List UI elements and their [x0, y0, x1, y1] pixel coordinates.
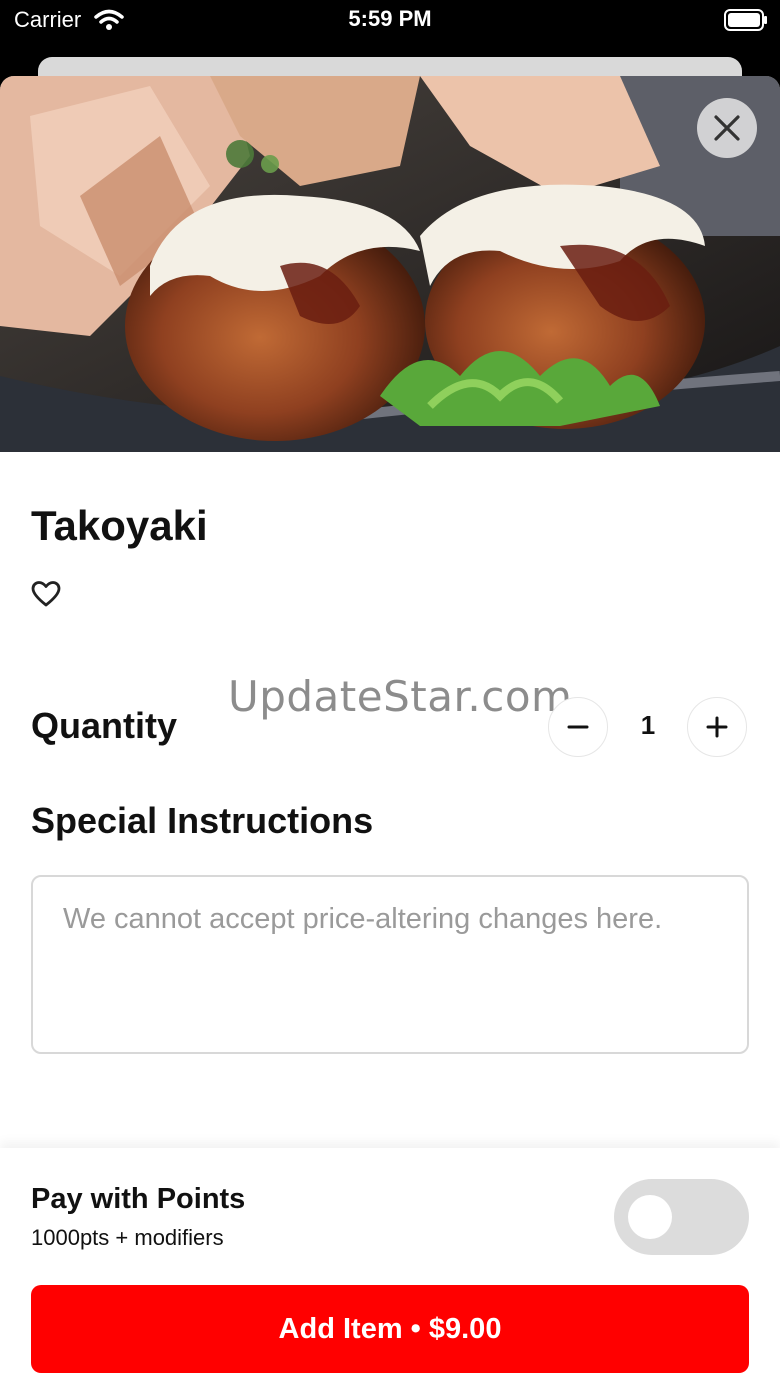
watermark: UpdateStar.com: [228, 672, 573, 721]
pay-with-points-toggle[interactable]: [614, 1179, 749, 1255]
checkout-footer: Pay with Points 1000pts + modifiers Add …: [0, 1148, 780, 1387]
pay-with-points-label: Pay with Points: [31, 1183, 246, 1215]
battery-icon: [724, 9, 767, 31]
item-title: Takoyaki: [31, 502, 208, 549]
item-photo: [0, 76, 780, 452]
special-instructions-input[interactable]: [31, 875, 749, 1054]
quantity-value: 1: [640, 710, 656, 740]
status-bar: Carrier 5:59 PM: [0, 0, 780, 56]
status-time: 5:59 PM: [348, 6, 432, 31]
minus-icon: [567, 725, 589, 729]
item-sheet: Takoyaki UpdateStar.com Quantity 1 Speci…: [0, 76, 780, 1387]
close-button[interactable]: [697, 98, 757, 158]
toggle-knob: [628, 1195, 672, 1239]
quantity-label: Quantity: [31, 705, 178, 746]
add-item-button[interactable]: Add Item • $9.00: [31, 1285, 749, 1373]
quantity-increase-button[interactable]: [687, 697, 747, 757]
plus-icon: [706, 716, 728, 738]
heart-icon[interactable]: [31, 580, 61, 608]
special-instructions-label: Special Instructions: [31, 800, 374, 841]
quantity-decrease-button[interactable]: [548, 697, 608, 757]
close-icon: [714, 115, 740, 141]
pay-with-points-detail: 1000pts + modifiers: [31, 1225, 224, 1250]
